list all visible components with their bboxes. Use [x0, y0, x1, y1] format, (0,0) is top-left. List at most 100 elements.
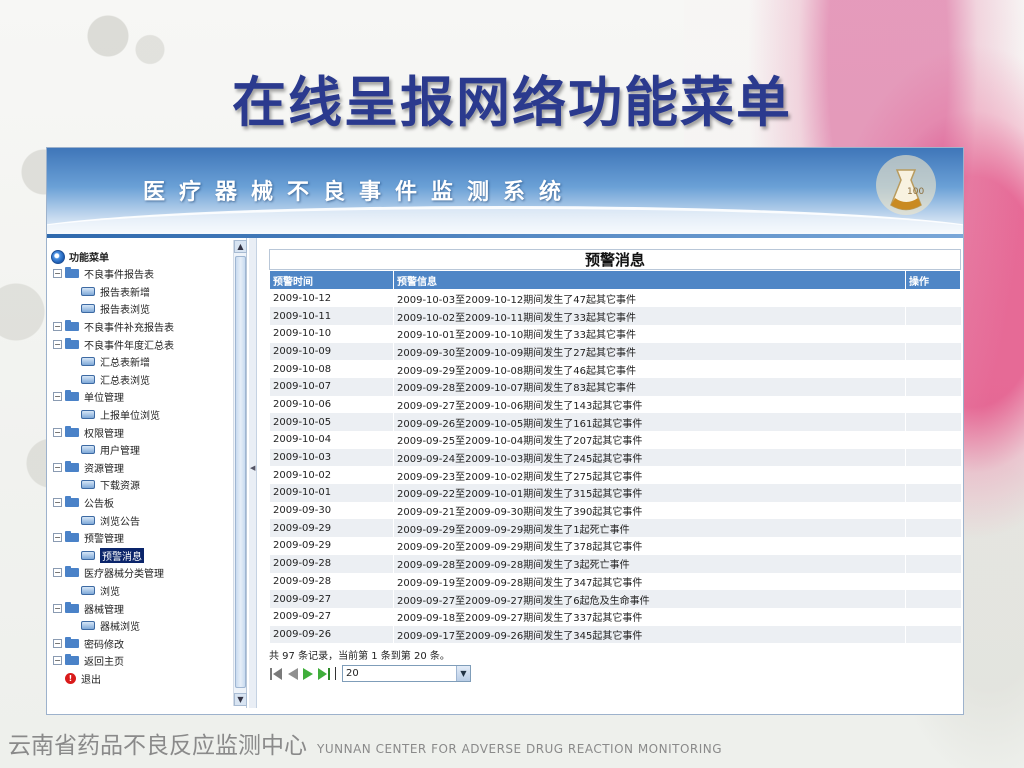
menu-group[interactable]: − 返回主页 — [51, 652, 231, 670]
tree-toggle-icon[interactable]: − — [53, 603, 62, 613]
scroll-down-arrow[interactable]: ▼ — [234, 693, 247, 706]
menu-group[interactable]: − 密码修改 — [51, 634, 231, 652]
table-row[interactable]: 2009-09-30 2009-09-21至2009-09-30期间发生了390起… — [269, 501, 961, 520]
scroll-up-arrow[interactable]: ▲ — [234, 240, 247, 253]
menu-group[interactable]: − 不良事件补充报告表 — [51, 318, 231, 336]
alert-action[interactable] — [905, 395, 961, 414]
tree-toggle-icon[interactable]: − — [53, 533, 62, 543]
first-page-icon[interactable] — [269, 667, 284, 680]
alert-action[interactable] — [905, 342, 961, 361]
alert-action[interactable] — [905, 554, 961, 573]
page-size-select[interactable]: 20 ▼ — [342, 664, 471, 682]
menu-item[interactable]: 用户管理 — [51, 441, 231, 459]
menu-root[interactable]: 功能菜单 — [51, 248, 231, 265]
menu-group[interactable]: − 不良事件报告表 — [51, 265, 231, 283]
column-header-time[interactable]: 预警时间 — [269, 270, 394, 290]
menu-item[interactable]: 下载资源 — [51, 476, 231, 494]
table-row[interactable]: 2009-10-01 2009-09-22至2009-10-01期间发生了315起… — [269, 484, 961, 502]
alert-action[interactable] — [905, 431, 961, 449]
alert-action[interactable] — [905, 572, 961, 591]
table-row[interactable]: 2009-10-08 2009-09-29至2009-10-08期间发生了46起其… — [269, 360, 961, 378]
tree-toggle-icon[interactable]: − — [53, 269, 62, 279]
tree-toggle-icon[interactable]: − — [53, 498, 62, 508]
menu-item[interactable]: 器械浏览 — [51, 617, 231, 635]
page-icon — [81, 410, 95, 420]
table-row[interactable]: 2009-10-02 2009-09-23至2009-10-02期间发生了275起… — [269, 466, 961, 485]
menu-item[interactable]: 预警消息 — [51, 547, 231, 565]
table-row[interactable]: 2009-09-27 2009-09-18至2009-09-27期间发生了337起… — [269, 607, 961, 626]
alert-action[interactable] — [905, 289, 961, 308]
menu-group[interactable]: − 单位管理 — [51, 388, 231, 406]
alert-action[interactable] — [905, 377, 961, 396]
tree-toggle-icon[interactable]: − — [53, 322, 62, 332]
column-header-action[interactable]: 操作 — [905, 270, 961, 290]
alert-action[interactable] — [905, 607, 961, 626]
menu-item[interactable]: 报告表新增 — [51, 283, 231, 301]
alert-time: 2009-10-12 — [269, 289, 394, 308]
table-row[interactable]: 2009-09-27 2009-09-27至2009-09-27期间发生了6起危及… — [269, 590, 961, 608]
table-row[interactable]: 2009-10-05 2009-09-26至2009-10-05期间发生了161起… — [269, 413, 961, 431]
table-row[interactable]: 2009-09-29 2009-09-20至2009-09-29期间发生了378起… — [269, 537, 961, 555]
table-row[interactable]: 2009-09-28 2009-09-19至2009-09-28期间发生了347起… — [269, 572, 961, 591]
menu-group[interactable]: − 资源管理 — [51, 459, 231, 477]
alert-action[interactable] — [905, 501, 961, 520]
chevron-down-icon[interactable]: ▼ — [456, 665, 470, 681]
table-row[interactable]: 2009-09-26 2009-09-17至2009-09-26期间发生了345起… — [269, 625, 961, 644]
alert-action[interactable] — [905, 519, 961, 538]
menu-item[interactable]: 报告表浏览 — [51, 300, 231, 318]
menu-group[interactable]: − 公告板 — [51, 494, 231, 512]
table-row[interactable]: 2009-09-28 2009-09-28至2009-09-28期间发生了3起死亡… — [269, 554, 961, 573]
menu-item[interactable]: 汇总表新增 — [51, 353, 231, 371]
splitter-grip-icon[interactable]: ◀ — [250, 464, 255, 472]
table-row[interactable]: 2009-10-04 2009-09-25至2009-10-04期间发生了207起… — [269, 431, 961, 449]
menu-item[interactable]: 汇总表浏览 — [51, 371, 231, 389]
tree-toggle-icon[interactable]: − — [53, 427, 62, 437]
alert-info: 2009-09-28至2009-10-07期间发生了83起其它事件 — [393, 377, 906, 396]
tree-toggle-icon[interactable]: − — [53, 339, 62, 349]
table-row[interactable]: 2009-10-07 2009-09-28至2009-10-07期间发生了83起其… — [269, 377, 961, 396]
tree-toggle-icon[interactable]: − — [53, 568, 62, 578]
tree-toggle-icon[interactable]: − — [53, 656, 62, 666]
tree-toggle-icon[interactable]: − — [53, 462, 62, 472]
table-row[interactable]: 2009-10-03 2009-09-24至2009-10-03期间发生了245起… — [269, 448, 961, 467]
menu-item[interactable]: 上报单位浏览 — [51, 406, 231, 424]
scroll-thumb[interactable] — [235, 256, 246, 688]
table-row[interactable]: 2009-09-29 2009-09-29至2009-09-29期间发生了1起死亡… — [269, 519, 961, 538]
menu-item-label: 资源管理 — [84, 463, 124, 475]
table-row[interactable]: 2009-10-12 2009-10-03至2009-10-12期间发生了47起其… — [269, 289, 961, 308]
alert-time: 2009-09-29 — [269, 537, 394, 555]
table-row[interactable]: 2009-10-11 2009-10-02至2009-10-11期间发生了33起其… — [269, 307, 961, 325]
menu-item[interactable]: 浏览 — [51, 582, 231, 600]
sidebar-scrollbar[interactable]: ▲ ▼ — [233, 240, 247, 706]
menu-group[interactable]: ! 退出 — [51, 670, 231, 688]
alert-action[interactable] — [905, 484, 961, 502]
alert-action[interactable] — [905, 590, 961, 608]
alert-action[interactable] — [905, 413, 961, 431]
tree-toggle-icon[interactable]: − — [53, 392, 62, 402]
menu-group[interactable]: − 器械管理 — [51, 599, 231, 617]
menu-group[interactable]: − 医疗器械分类管理 — [51, 564, 231, 582]
table-row[interactable]: 2009-10-09 2009-09-30至2009-10-09期间发生了27起其… — [269, 342, 961, 361]
menu-group[interactable]: − 权限管理 — [51, 423, 231, 441]
alert-action[interactable] — [905, 307, 961, 325]
menu-group[interactable]: − 预警管理 — [51, 529, 231, 547]
alert-action[interactable] — [905, 466, 961, 485]
pane-splitter[interactable]: ◀ — [249, 238, 257, 708]
prev-page-icon[interactable] — [285, 667, 300, 680]
menu-group[interactable]: − 不良事件年度汇总表 — [51, 335, 231, 353]
table-row[interactable]: 2009-10-10 2009-10-01至2009-10-10期间发生了33起其… — [269, 324, 961, 343]
next-page-icon[interactable] — [301, 667, 316, 680]
table-row[interactable]: 2009-10-06 2009-09-27至2009-10-06期间发生了143起… — [269, 395, 961, 414]
alert-action[interactable] — [905, 448, 961, 467]
tree-toggle-icon[interactable]: − — [53, 638, 62, 648]
alert-action[interactable] — [905, 537, 961, 555]
menu-item[interactable]: 浏览公告 — [51, 511, 231, 529]
alert-action[interactable] — [905, 625, 961, 644]
alert-time: 2009-10-04 — [269, 431, 394, 449]
last-page-icon[interactable] — [317, 667, 332, 680]
alert-info: 2009-10-03至2009-10-12期间发生了47起其它事件 — [393, 289, 906, 308]
alert-time: 2009-10-05 — [269, 413, 394, 431]
column-header-info[interactable]: 预警信息 — [393, 270, 906, 290]
alert-action[interactable] — [905, 324, 961, 343]
alert-action[interactable] — [905, 360, 961, 378]
